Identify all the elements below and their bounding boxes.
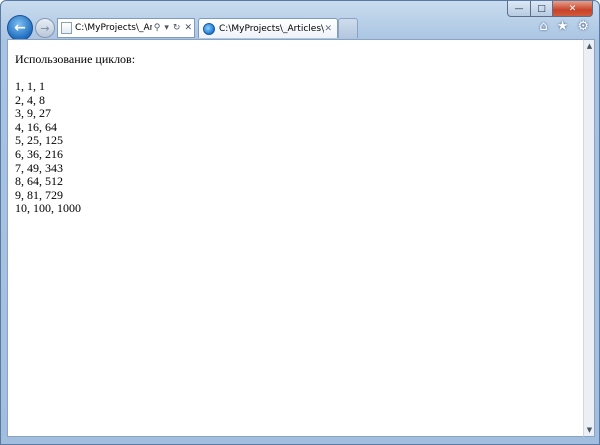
output-line: 1, 1, 1: [15, 79, 45, 93]
browser-window: — □ ✕ ← → C:\MyProjects\_Art ⚲ ▾ ↻ ✕ C:\…: [0, 0, 600, 445]
back-arrow-icon: ←: [14, 20, 26, 36]
page-icon: [61, 22, 72, 34]
ie-icon: [203, 22, 215, 35]
page-heading: Использование циклов:: [15, 52, 136, 66]
output-line: 9, 81, 729: [15, 187, 63, 202]
output-line: 4, 16, 64: [15, 119, 57, 134]
tab-active[interactable]: C:\MyProjects\_Articles\Jav... ✕: [198, 18, 338, 38]
vertical-scrollbar[interactable]: ▲ ▼: [583, 39, 595, 437]
toolbar-right: ⌂ ★ ⚙: [539, 19, 589, 34]
tab-title: C:\MyProjects\_Articles\Jav...: [219, 23, 325, 34]
page-content: Использование циклов: 1, 1, 1 2, 4, 8 3,…: [7, 39, 583, 437]
scroll-up-arrow-icon[interactable]: ▲: [585, 42, 594, 50]
forward-button[interactable]: →: [35, 18, 55, 38]
tab-close-icon[interactable]: ✕: [324, 24, 332, 34]
address-text[interactable]: C:\MyProjects\_Art: [75, 23, 152, 33]
output-line: 2, 4, 8: [15, 92, 45, 107]
output-line: 3, 9, 27: [15, 106, 51, 121]
settings-gear-icon[interactable]: ⚙: [577, 19, 589, 34]
address-bar[interactable]: C:\MyProjects\_Art ⚲ ▾ ↻ ✕: [57, 18, 195, 38]
stop-icon[interactable]: ✕: [184, 23, 192, 33]
caption-buttons: — □ ✕: [507, 1, 593, 17]
document-body: Использование циклов: 1, 1, 1 2, 4, 8 3,…: [8, 40, 583, 216]
output-line: 10, 100, 1000: [15, 201, 81, 216]
maximize-button[interactable]: □: [531, 1, 553, 17]
new-tab-button[interactable]: [338, 18, 358, 38]
output-line: 8, 64, 512: [15, 174, 63, 189]
output-line: 6, 36, 216: [15, 146, 63, 161]
minimize-button[interactable]: —: [507, 1, 531, 17]
forward-arrow-icon: →: [40, 21, 50, 35]
close-window-button[interactable]: ✕: [553, 1, 593, 17]
favorites-star-icon[interactable]: ★: [557, 19, 569, 34]
refresh-icon[interactable]: ↻: [173, 23, 181, 33]
search-icon[interactable]: ⚲: [154, 23, 161, 33]
output-line: 5, 25, 125: [15, 133, 63, 148]
back-button[interactable]: ←: [7, 15, 33, 41]
scroll-down-arrow-icon[interactable]: ▼: [585, 426, 594, 434]
output-line: 7, 49, 343: [15, 160, 63, 175]
dropdown-icon[interactable]: ▾: [164, 23, 169, 33]
home-icon[interactable]: ⌂: [539, 19, 547, 34]
